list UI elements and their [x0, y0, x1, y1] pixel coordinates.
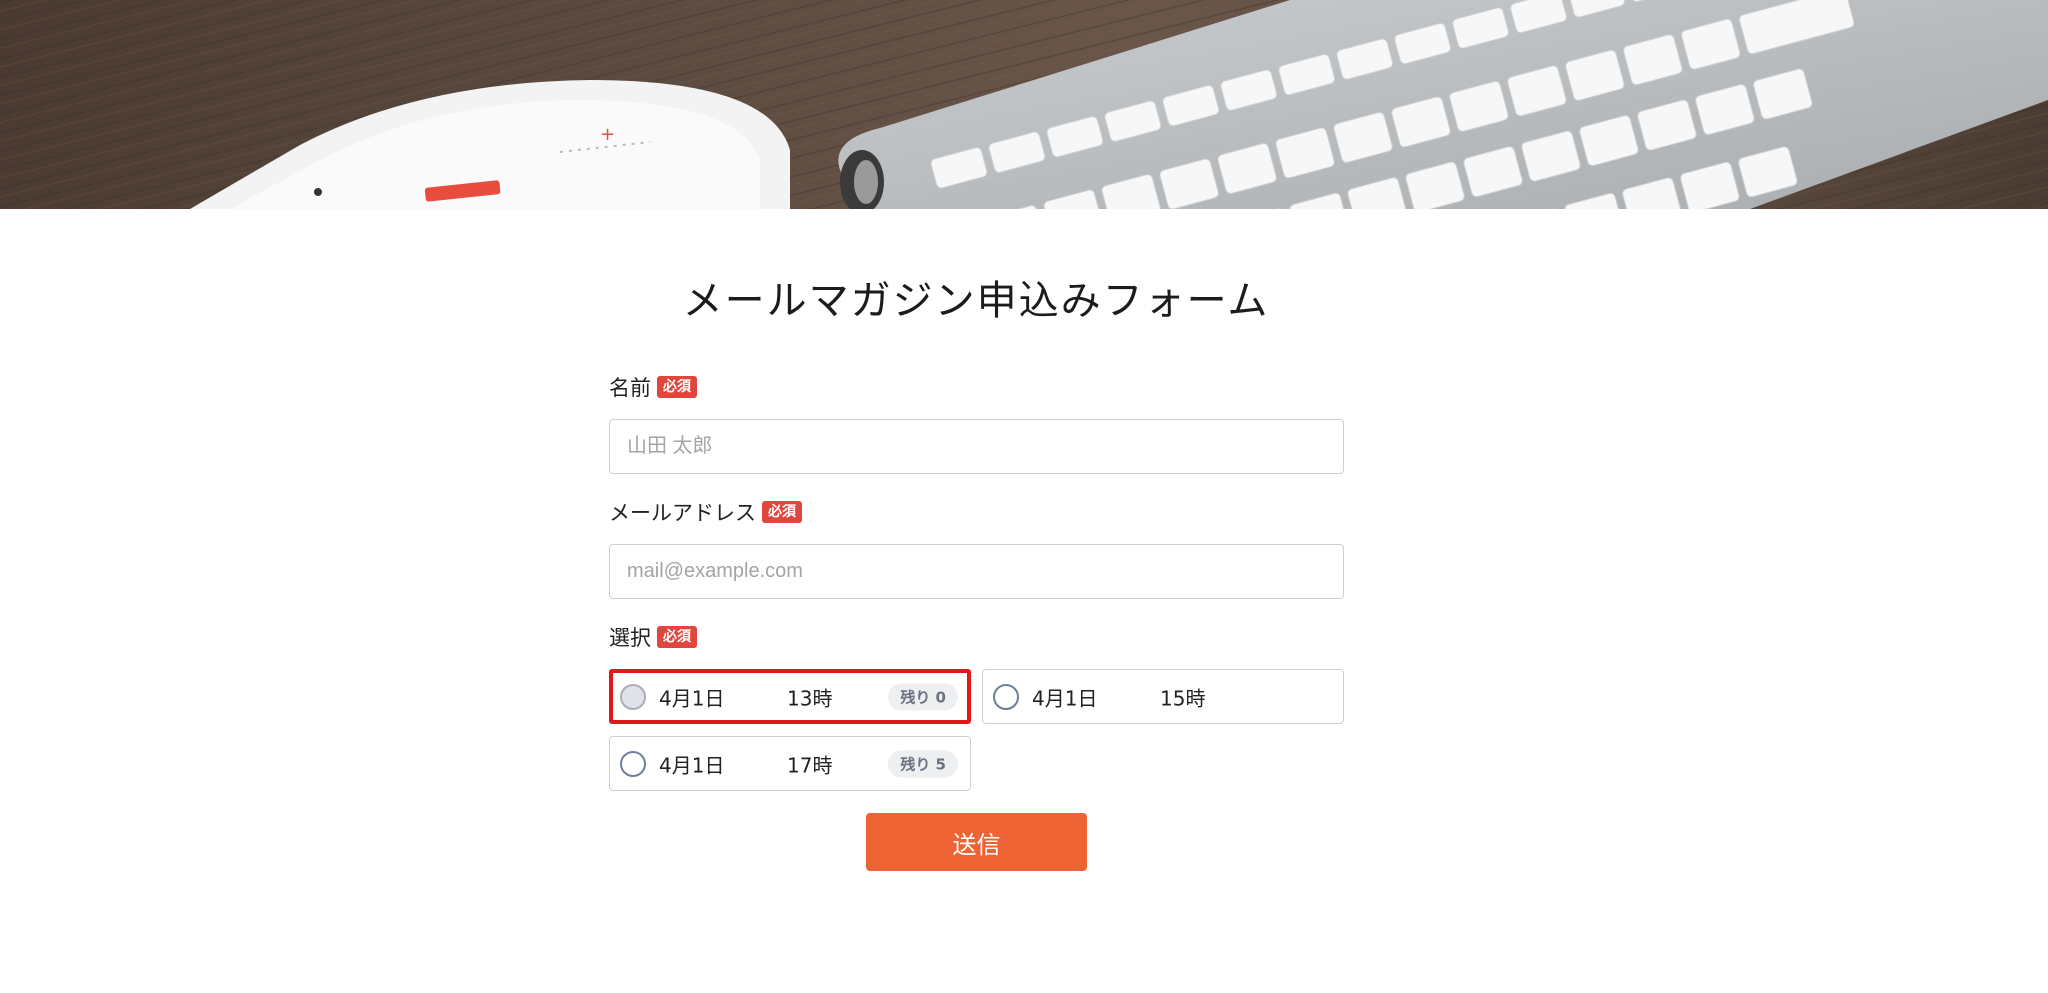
- svg-text:+: +: [600, 124, 615, 145]
- email-field-label: メールアドレス 必須: [609, 497, 802, 527]
- option-date: 4月1日: [659, 686, 725, 710]
- option-date: 4月1日: [659, 753, 725, 777]
- option-date: 4月1日: [1032, 686, 1098, 710]
- option-apr1-15[interactable]: 4月1日 15時: [982, 669, 1344, 724]
- option-time: 15時: [1160, 686, 1206, 710]
- radio-button[interactable]: [993, 683, 1019, 710]
- required-badge: 必須: [762, 501, 802, 523]
- hero-banner-image: +: [0, 0, 2048, 209]
- option-time: 13時: [787, 686, 833, 710]
- remaining-badge: 残り 5: [888, 750, 958, 777]
- required-badge: 必須: [657, 376, 697, 398]
- selection-label-text: 選択: [609, 626, 651, 650]
- name-field-label: 名前 必須: [609, 372, 697, 402]
- email-label-text: メールアドレス: [609, 501, 756, 525]
- option-time: 17時: [787, 753, 833, 777]
- submit-button[interactable]: 送信: [866, 813, 1087, 871]
- option-apr1-13[interactable]: 4月1日 13時 残り 0: [609, 669, 971, 724]
- email-input[interactable]: [609, 544, 1344, 599]
- name-label-text: 名前: [609, 376, 651, 400]
- page-title: メールマガジン申込みフォーム: [682, 278, 1270, 324]
- required-badge: 必須: [657, 626, 697, 648]
- radio-button[interactable]: [620, 750, 646, 777]
- name-input[interactable]: [609, 419, 1344, 474]
- option-apr1-17[interactable]: 4月1日 17時 残り 5: [609, 736, 971, 791]
- radio-button-disabled[interactable]: [620, 683, 646, 710]
- selection-field-label: 選択 必須: [609, 622, 697, 652]
- remaining-badge: 残り 0: [888, 683, 958, 710]
